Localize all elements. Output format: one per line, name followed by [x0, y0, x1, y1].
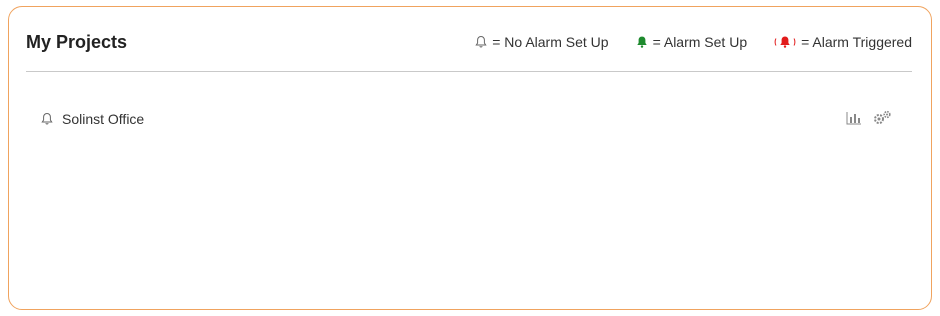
project-row[interactable]: Solinst Office	[40, 107, 892, 131]
legend-alarm-triggered-label: = Alarm Triggered	[801, 34, 912, 50]
chart-icon[interactable]	[846, 111, 862, 125]
settings-gears-icon[interactable]	[872, 110, 892, 126]
project-name[interactable]: Solinst Office	[62, 111, 144, 127]
bell-outline-icon	[41, 112, 53, 125]
project-actions	[836, 110, 892, 126]
legend-alarm-triggered: = Alarm Triggered	[773, 34, 912, 50]
header-divider	[26, 71, 912, 72]
card-header: My Projects = No Alarm Set Up = Alarm Se…	[26, 30, 912, 58]
alarm-legend: = No Alarm Set Up = Alarm Set Up = Alarm…	[448, 34, 912, 50]
legend-no-alarm: = No Alarm Set Up	[474, 34, 609, 50]
legend-no-alarm-label: = No Alarm Set Up	[492, 34, 609, 50]
legend-alarm-set: = Alarm Set Up	[635, 34, 748, 50]
bell-green-icon	[636, 36, 647, 48]
legend-alarm-set-label: = Alarm Set Up	[652, 34, 748, 50]
bell-ringing-red-icon	[774, 36, 796, 48]
bell-outline-icon	[475, 35, 487, 48]
page-title: My Projects	[26, 32, 128, 52]
